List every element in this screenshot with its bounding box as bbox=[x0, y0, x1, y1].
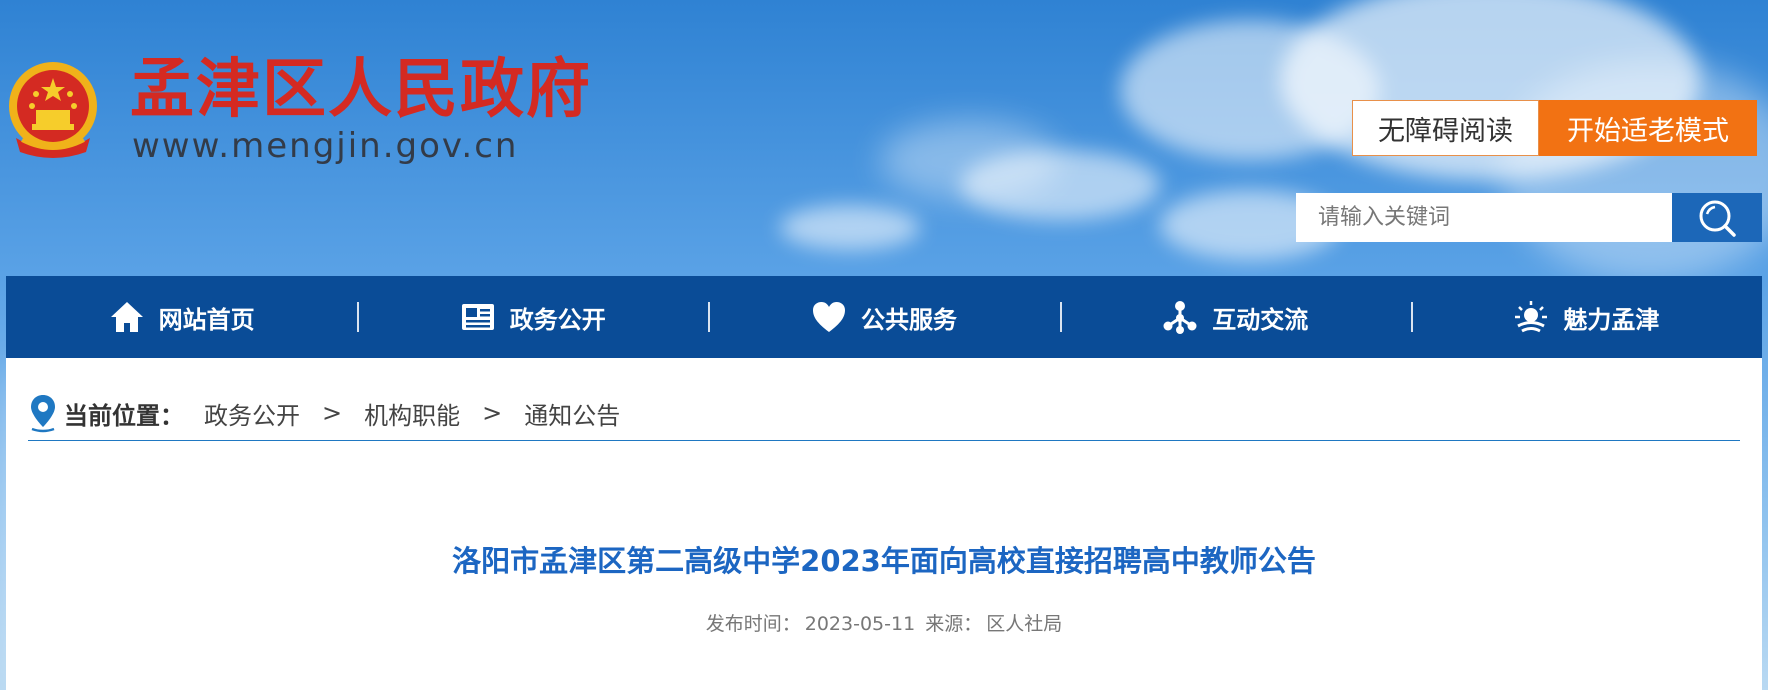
breadcrumb-separator: > bbox=[482, 399, 503, 427]
source-value: 区人社局 bbox=[986, 613, 1063, 635]
nav-item-public-service[interactable]: 公共服务 bbox=[708, 276, 1059, 358]
sun-icon bbox=[1513, 299, 1549, 335]
heart-icon bbox=[811, 299, 847, 335]
breadcrumb-divider bbox=[28, 440, 1740, 441]
nav-item-home[interactable]: 网站首页 bbox=[6, 276, 357, 358]
breadcrumb-item-government-affairs[interactable]: 政务公开 bbox=[204, 396, 300, 431]
site-title[interactable]: 孟津区人民政府 bbox=[130, 52, 592, 128]
article-meta: 发布时间： 2023-05-11 来源： 区人社局 bbox=[6, 610, 1762, 638]
home-icon bbox=[109, 299, 145, 335]
content-panel: 当前位置： 政务公开 > 机构职能 > 通知公告 洛阳市孟津区第二高级中学202… bbox=[6, 358, 1762, 690]
newspaper-icon bbox=[460, 299, 496, 335]
publish-date: 2023-05-11 bbox=[804, 613, 916, 635]
nav-item-label: 魅力孟津 bbox=[1563, 305, 1660, 334]
location-pin-icon bbox=[28, 393, 58, 433]
article-title: 洛阳市孟津区第二高级中学2023年面向高校直接招聘高中教师公告 bbox=[452, 544, 1316, 578]
breadcrumb-label: 当前位置： bbox=[64, 401, 184, 430]
site-url: www.mengjin.gov.cn bbox=[132, 126, 519, 166]
search-input[interactable] bbox=[1296, 193, 1672, 242]
nav-item-label: 网站首页 bbox=[158, 305, 255, 334]
national-emblem-icon bbox=[6, 60, 100, 160]
breadcrumb: 当前位置： 政务公开 > 机构职能 > 通知公告 bbox=[28, 390, 1740, 436]
nav-item-label: 互动交流 bbox=[1212, 305, 1309, 334]
nav-item-government-affairs[interactable]: 政务公开 bbox=[357, 276, 708, 358]
breadcrumb-item-notices[interactable]: 通知公告 bbox=[524, 396, 620, 431]
nav-item-charm-mengjin[interactable]: 魅力孟津 bbox=[1410, 276, 1762, 358]
nav-item-interaction[interactable]: 互动交流 bbox=[1059, 276, 1411, 358]
accessibility-reading-button[interactable]: 无障碍阅读 bbox=[1352, 100, 1539, 156]
source-label: 来源： bbox=[925, 613, 983, 635]
nav-item-label: 公共服务 bbox=[861, 305, 957, 334]
nav-item-label: 政务公开 bbox=[509, 305, 606, 334]
breadcrumb-item-functions[interactable]: 机构职能 bbox=[364, 396, 460, 431]
publish-label: 发布时间： bbox=[705, 613, 801, 635]
main-nav: 网站首页 政务公开 公共服务 互动交流 魅力孟津 bbox=[6, 276, 1762, 358]
breadcrumb-separator: > bbox=[322, 399, 343, 427]
search-icon bbox=[1696, 197, 1738, 239]
search-button[interactable] bbox=[1672, 193, 1762, 242]
network-icon bbox=[1162, 299, 1198, 335]
elder-mode-button[interactable]: 开始适老模式 bbox=[1539, 100, 1757, 156]
